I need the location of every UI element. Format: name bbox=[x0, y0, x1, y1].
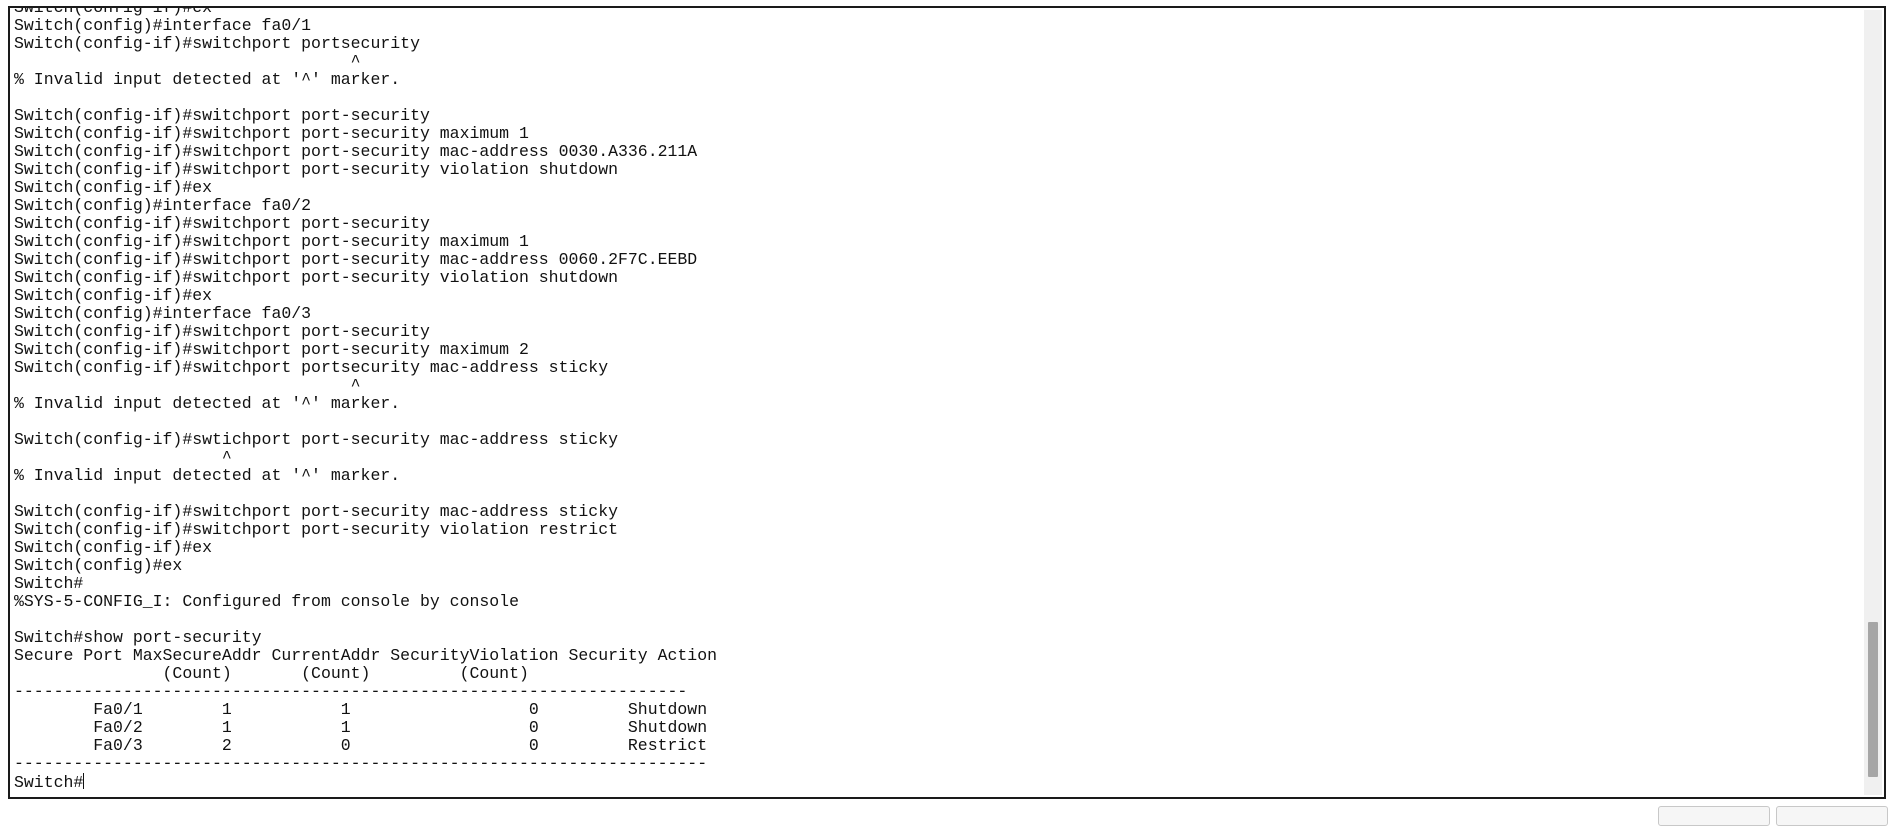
error-caret-marker: ^ bbox=[14, 53, 361, 71]
error-message: % Invalid input detected at '^' marker. bbox=[14, 71, 401, 89]
table-row: Fa0/2 1 1 0 Shutdown bbox=[14, 719, 708, 737]
error-message: % Invalid input detected at '^' marker. bbox=[14, 395, 401, 413]
footer-button-left[interactable] bbox=[1658, 806, 1770, 826]
error-caret-marker: ^ bbox=[14, 449, 232, 467]
terminal-line: Switch(config)#interface fa0/2 bbox=[14, 197, 312, 215]
terminal-line: Switch(config-if)#switchport port-securi… bbox=[14, 521, 618, 539]
terminal-line: Switch(config-if)#switchport port-securi… bbox=[14, 161, 618, 179]
scrollbar-thumb[interactable] bbox=[1868, 622, 1878, 777]
terminal-line: Switch(config-if)#switchport port-securi… bbox=[14, 143, 698, 161]
terminal-line: Switch(config)#ex bbox=[14, 557, 183, 575]
terminal-line: Switch(config-if)#ex bbox=[14, 179, 213, 197]
terminal-line: Switch(config-if)#switchport port-securi… bbox=[14, 341, 529, 359]
terminal-line: Switch(config-if)#switchport port-securi… bbox=[14, 323, 430, 341]
terminal-line: Switch(config-if)#switchport port-securi… bbox=[14, 269, 618, 287]
terminal-line: Switch(config-if)#switchport port-securi… bbox=[14, 251, 698, 269]
terminal-line: Switch(config-if)#swtichport port-securi… bbox=[14, 431, 618, 449]
terminal-line: Switch(config)#interface fa0/1 bbox=[14, 17, 312, 35]
table-separator: ----------------------------------------… bbox=[14, 683, 688, 701]
text-cursor bbox=[83, 773, 85, 789]
terminal-line: Switch(config-if)#ex bbox=[14, 6, 213, 17]
terminal-output: Switch(config-if)#ex Switch(config)#inte… bbox=[14, 6, 1854, 791]
terminal-line: Switch(config-if)#switchport port-securi… bbox=[14, 125, 529, 143]
terminal-line: Switch(config-if)#ex bbox=[14, 539, 213, 557]
terminal-line: Switch# bbox=[14, 575, 84, 593]
terminal-line: Switch(config-if)#switchport port-securi… bbox=[14, 107, 430, 125]
cli-terminal[interactable]: Switch(config-if)#ex Switch(config)#inte… bbox=[8, 6, 1886, 799]
terminal-line: Switch(config-if)#switchport port-securi… bbox=[14, 503, 618, 521]
terminal-line: Switch(config-if)#switchport port-securi… bbox=[14, 215, 430, 233]
table-separator: ----------------------------------------… bbox=[14, 755, 708, 773]
error-caret-marker: ^ bbox=[14, 377, 361, 395]
vertical-scrollbar[interactable] bbox=[1864, 10, 1882, 795]
terminal-line: Switch#show port-security bbox=[14, 629, 262, 647]
terminal-line: Switch(config)#interface fa0/3 bbox=[14, 305, 312, 323]
syslog-message: %SYS-5-CONFIG_I: Configured from console… bbox=[14, 593, 519, 611]
table-row: Fa0/1 1 1 0 Shutdown bbox=[14, 701, 708, 719]
prompt-text: Switch# bbox=[14, 773, 84, 792]
error-message: % Invalid input detected at '^' marker. bbox=[14, 467, 401, 485]
command-prompt-line[interactable]: Switch# bbox=[14, 773, 1854, 791]
terminal-line: Switch(config-if)#switchport port-securi… bbox=[14, 233, 529, 251]
footer-button-right[interactable] bbox=[1776, 806, 1888, 826]
terminal-line: Switch(config-if)#ex bbox=[14, 287, 213, 305]
port-security-table-header: Secure Port MaxSecureAddr CurrentAddr Se… bbox=[14, 647, 718, 665]
terminal-line: Switch(config-if)#switchport portsecurit… bbox=[14, 359, 609, 377]
terminal-line: Switch(config-if)#switchport portsecurit… bbox=[14, 35, 420, 53]
port-security-table-subheader: (Count) (Count) (Count) bbox=[14, 665, 529, 683]
table-row: Fa0/3 2 0 0 Restrict bbox=[14, 737, 708, 755]
